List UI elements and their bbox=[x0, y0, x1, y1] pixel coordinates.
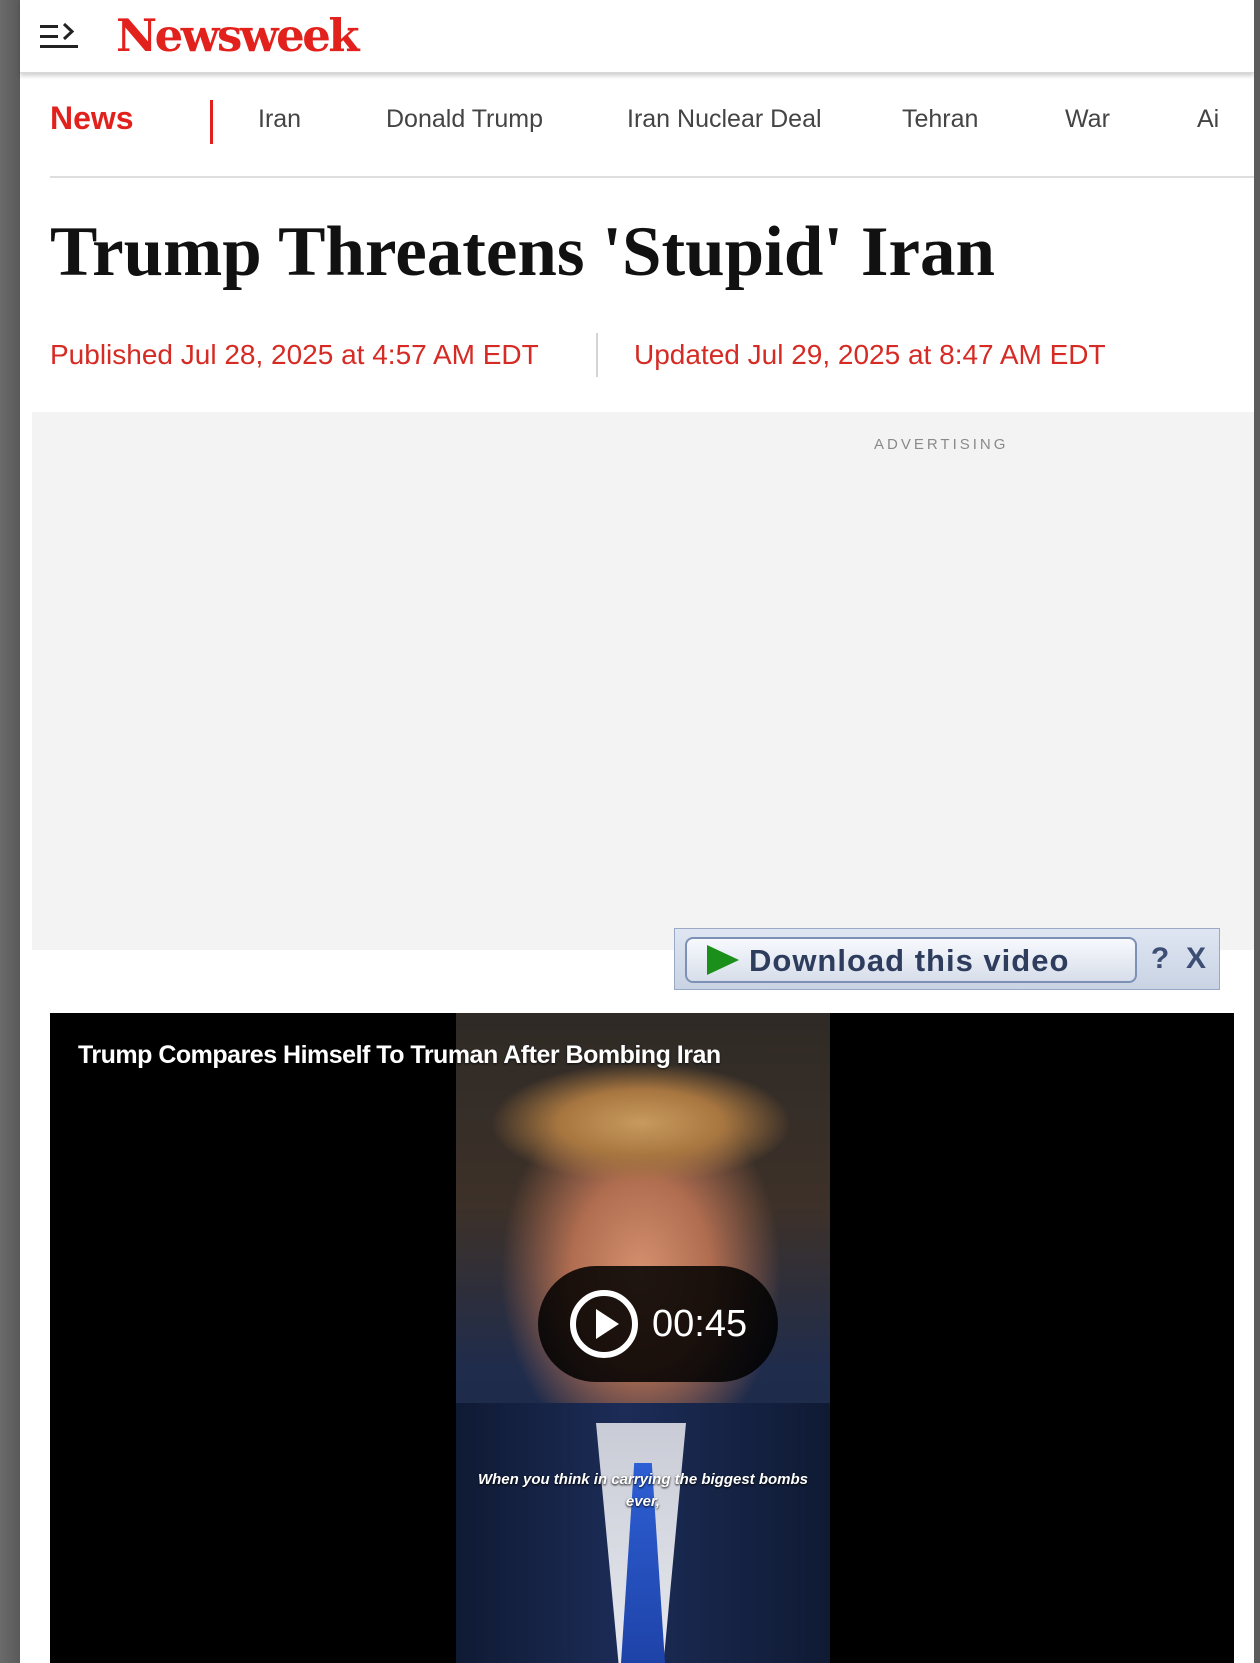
nav-item-iran-nuclear-deal[interactable]: Iran Nuclear Deal bbox=[627, 105, 822, 134]
published-date: Published Jul 28, 2025 at 4:57 AM EDT bbox=[50, 339, 539, 370]
video-duration: 00:45 bbox=[652, 1303, 748, 1345]
updated-date: Updated Jul 29, 2025 at 8:47 AM EDT bbox=[634, 339, 1106, 370]
newsweek-logo[interactable]: Newsweek bbox=[116, 6, 360, 66]
play-button[interactable]: 00:45 bbox=[538, 1266, 778, 1382]
green-play-icon bbox=[707, 945, 739, 975]
nav-item-donald-trump[interactable]: Donald Trump bbox=[386, 105, 543, 134]
nav-item-ai[interactable]: Ai bbox=[1197, 105, 1219, 134]
left-window-edge bbox=[0, 0, 20, 1663]
nav-divider bbox=[210, 100, 213, 144]
play-circle-icon bbox=[570, 1290, 638, 1358]
video-player[interactable]: Trump Compares Himself To Truman After B… bbox=[50, 1013, 1234, 1663]
download-video-bar: Download this video ? X bbox=[674, 928, 1220, 990]
right-window-edge bbox=[1254, 0, 1260, 1663]
nav-item-tehran[interactable]: Tehran bbox=[902, 105, 978, 134]
menu-arrow-icon[interactable] bbox=[40, 22, 82, 52]
download-video-label: Download this video bbox=[749, 943, 1070, 978]
date-divider bbox=[596, 333, 598, 377]
video-caption: When you think in carrying the biggest b… bbox=[477, 1471, 809, 1510]
site-header: Newsweek bbox=[20, 0, 1254, 73]
advertising-label: ADVERTISING bbox=[874, 436, 1009, 453]
nav-item-war[interactable]: War bbox=[1065, 105, 1110, 134]
topic-nav: News Iran Donald Trump Iran Nuclear Deal… bbox=[50, 92, 1254, 178]
close-button[interactable]: X bbox=[1179, 939, 1213, 979]
article-page: Newsweek News Iran Donald Trump Iran Nuc… bbox=[20, 0, 1254, 1663]
help-button[interactable]: ? bbox=[1143, 939, 1177, 979]
nav-section-news[interactable]: News bbox=[50, 100, 134, 137]
nav-item-iran[interactable]: Iran bbox=[258, 105, 301, 134]
article-dates: Published Jul 28, 2025 at 4:57 AM EDT Up… bbox=[50, 333, 1250, 383]
advertising-slot: ADVERTISING bbox=[32, 412, 1254, 950]
video-title: Trump Compares Himself To Truman After B… bbox=[78, 1041, 721, 1069]
article-headline: Trump Threatens 'Stupid' Iran bbox=[50, 213, 995, 291]
download-video-button[interactable]: Download this video bbox=[685, 937, 1137, 983]
